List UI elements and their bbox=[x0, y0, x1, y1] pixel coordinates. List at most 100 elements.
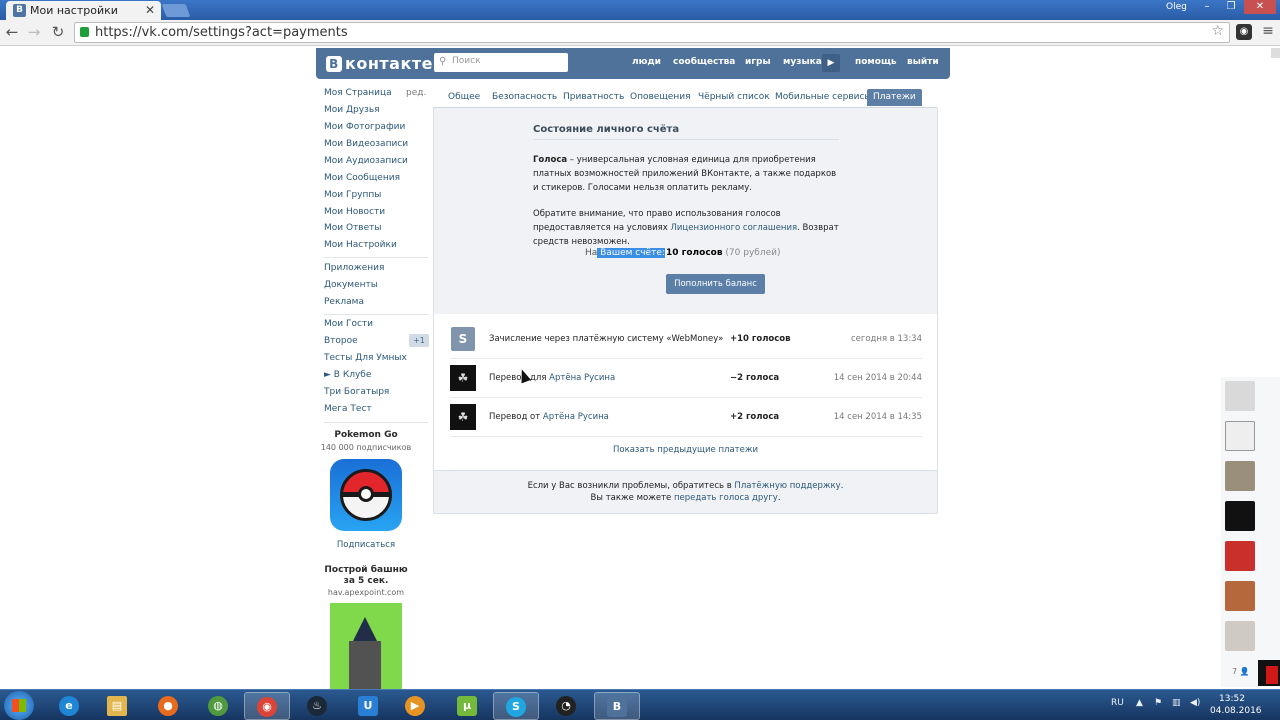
search-input[interactable]: ⚲ Поиск bbox=[434, 53, 568, 72]
menu-app-megatest[interactable]: Мега Тест bbox=[324, 404, 372, 414]
menu-friends[interactable]: Мои Друзья bbox=[324, 105, 380, 115]
menu-photos[interactable]: Мои Фотографии bbox=[324, 122, 405, 132]
utorrent-icon[interactable]: μ bbox=[444, 692, 490, 720]
subscribe-link[interactable]: Подписаться bbox=[314, 540, 418, 550]
user-link[interactable]: Артёна Русина bbox=[543, 412, 609, 422]
tray-expand-icon[interactable]: ▲ bbox=[1136, 698, 1143, 708]
menu-app-club[interactable]: ► В Клубе bbox=[324, 370, 371, 380]
tab-mobile[interactable]: Мобильные сервисы bbox=[775, 92, 872, 102]
vk-logo[interactable]: Вконтакте bbox=[326, 54, 433, 73]
minimize-icon[interactable]: – bbox=[1196, 0, 1218, 14]
menu-my-page[interactable]: Моя Страница bbox=[324, 88, 392, 98]
menu-app-bogatyri[interactable]: Три Богатыря bbox=[324, 387, 389, 397]
user-link[interactable]: Артёна Русина bbox=[549, 373, 615, 383]
tray-flag-icon[interactable]: ⚑ bbox=[1154, 698, 1162, 708]
top-up-button[interactable]: Пополнить баланс bbox=[666, 274, 765, 294]
friend-avatar[interactable] bbox=[1225, 621, 1255, 651]
transfer-votes-link[interactable]: передать голоса другу bbox=[674, 493, 778, 503]
transaction-description: Перевод от Артёна Русина bbox=[489, 412, 609, 422]
menu-apps[interactable]: Приложения bbox=[324, 263, 384, 273]
new-tab-button[interactable] bbox=[161, 4, 191, 17]
reload-icon[interactable]: ↻ bbox=[48, 23, 68, 41]
menu-app-guests[interactable]: Мои Гости bbox=[324, 319, 373, 329]
steam-icon[interactable]: ♨ bbox=[294, 692, 340, 720]
payment-support-link[interactable]: Платёжную поддержку bbox=[734, 481, 840, 491]
extension-icon[interactable]: ◉ bbox=[1236, 24, 1252, 40]
browser-user[interactable]: Oleg bbox=[1166, 2, 1187, 12]
promo-title[interactable]: Построй башню за 5 сек. bbox=[318, 565, 414, 587]
nav-music[interactable]: музыка bbox=[783, 57, 822, 67]
user-avatar-icon[interactable]: ☘ bbox=[450, 365, 476, 391]
balance-section: Состояние личного счёта Голоса – универс… bbox=[434, 108, 937, 314]
tray-network-icon[interactable]: ▥ bbox=[1172, 698, 1181, 708]
menu-news[interactable]: Мои Новости bbox=[324, 207, 385, 217]
support-footer: Если у Вас возникли проблемы, обратитесь… bbox=[434, 470, 937, 513]
ie-icon[interactable]: e bbox=[46, 692, 92, 720]
transaction-date: 14 сен 2014 в 20:44 bbox=[833, 373, 922, 383]
menu-app-second[interactable]: Второе bbox=[324, 336, 358, 346]
tab-blacklist[interactable]: Чёрный список bbox=[698, 92, 770, 102]
nav-people[interactable]: люди bbox=[632, 57, 661, 67]
explorer-icon[interactable]: ▤ bbox=[94, 692, 140, 720]
license-link[interactable]: Лицензионного соглашения bbox=[671, 223, 798, 233]
menu-ads[interactable]: Реклама bbox=[324, 297, 364, 307]
user-avatar-icon[interactable]: ☘ bbox=[450, 404, 476, 430]
globe-app-icon[interactable]: ◍ bbox=[195, 692, 241, 720]
menu-icon[interactable]: ≡ bbox=[1258, 23, 1278, 39]
friend-avatar[interactable] bbox=[1225, 461, 1255, 491]
friend-avatar[interactable] bbox=[1225, 581, 1255, 611]
tab-privacy[interactable]: Приватность bbox=[563, 92, 624, 102]
notification-icon[interactable] bbox=[1258, 660, 1280, 686]
tab-notifications[interactable]: Оповещения bbox=[630, 92, 690, 102]
browser-tab[interactable]: B Мои настройки ✕ bbox=[6, 1, 161, 20]
nav-communities[interactable]: сообщества bbox=[673, 57, 735, 67]
vk-app-icon[interactable]: B bbox=[594, 692, 640, 720]
menu-audio[interactable]: Мои Аудиозаписи bbox=[324, 156, 408, 166]
friend-avatar[interactable] bbox=[1225, 541, 1255, 571]
nav-games[interactable]: игры bbox=[745, 57, 771, 67]
menu-messages[interactable]: Мои Сообщения bbox=[324, 173, 400, 183]
skype-icon[interactable]: S bbox=[493, 692, 539, 720]
chrome-icon[interactable]: ◉ bbox=[244, 692, 290, 720]
menu-groups[interactable]: Мои Группы bbox=[324, 190, 381, 200]
friend-avatar[interactable] bbox=[1225, 501, 1255, 531]
transaction-amount: +2 голоса bbox=[730, 412, 780, 422]
vk-favicon-icon: B bbox=[13, 4, 26, 17]
page-scrollbar[interactable] bbox=[1271, 48, 1280, 58]
friend-avatar[interactable] bbox=[1225, 381, 1255, 411]
obs-icon[interactable]: ◔ bbox=[543, 692, 589, 720]
friend-avatar[interactable] bbox=[1225, 421, 1255, 451]
nav-logout[interactable]: выйти bbox=[907, 57, 939, 67]
close-window-icon[interactable]: ✕ bbox=[1244, 0, 1276, 14]
forward-icon[interactable]: → bbox=[24, 23, 44, 41]
bookmark-star-icon[interactable]: ☆ bbox=[1211, 23, 1224, 39]
edit-menu-link[interactable]: ред. bbox=[406, 88, 426, 98]
menu-videos[interactable]: Мои Видеозаписи bbox=[324, 139, 408, 149]
tab-security[interactable]: Безопасность bbox=[492, 92, 557, 102]
language-indicator[interactable]: RU bbox=[1111, 698, 1124, 708]
media-player-icon[interactable]: ▶ bbox=[392, 692, 438, 720]
nav-help[interactable]: помощь bbox=[855, 57, 897, 67]
menu-documents[interactable]: Документы bbox=[324, 280, 378, 290]
uplay-icon[interactable]: U bbox=[345, 692, 391, 720]
firefox-icon[interactable]: ● bbox=[145, 692, 191, 720]
system-clock[interactable]: 13:52 04.08.2016 bbox=[1210, 693, 1262, 717]
menu-app-tests[interactable]: Тесты Для Умных bbox=[324, 353, 407, 363]
tower-game-image[interactable] bbox=[330, 603, 402, 689]
back-icon[interactable]: ← bbox=[2, 23, 22, 41]
pokemon-go-icon[interactable] bbox=[330, 459, 402, 531]
play-icon[interactable]: ▶ bbox=[822, 54, 840, 72]
start-button[interactable] bbox=[4, 691, 34, 720]
promo-title[interactable]: Pokemon Go bbox=[314, 430, 418, 440]
menu-settings[interactable]: Мои Настройки bbox=[324, 240, 397, 250]
address-bar[interactable]: https://vk.com/settings?act=payments ☆ bbox=[74, 22, 1230, 43]
transaction-amount: +10 голосов bbox=[730, 334, 791, 344]
show-previous-payments-link[interactable]: Показать предыдущие платежи bbox=[434, 445, 937, 455]
friends-online-count[interactable]: 7 👤 bbox=[1232, 667, 1250, 676]
tab-payments[interactable]: Платежи bbox=[867, 89, 922, 106]
tab-general[interactable]: Общее bbox=[448, 92, 480, 102]
close-tab-icon[interactable]: ✕ bbox=[145, 3, 155, 17]
menu-answers[interactable]: Мои Ответы bbox=[324, 223, 382, 233]
tray-volume-icon[interactable]: ◀) bbox=[1190, 698, 1200, 708]
maximize-icon[interactable]: ❐ bbox=[1220, 0, 1242, 14]
